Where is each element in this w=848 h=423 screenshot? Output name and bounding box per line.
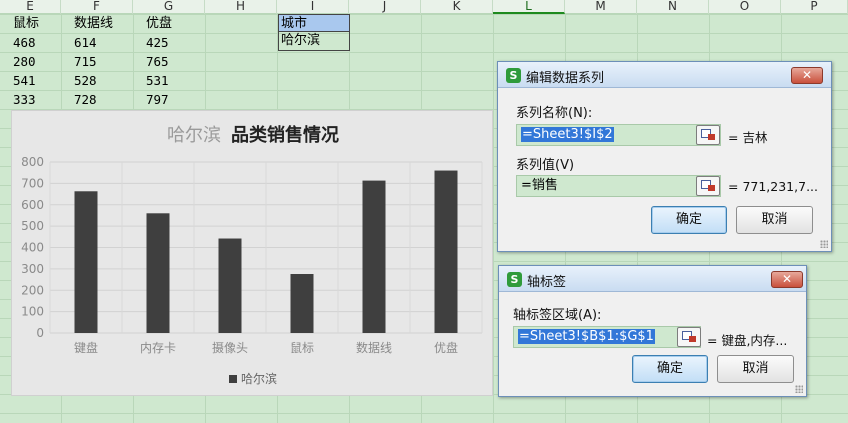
axis-label-dialog: S 轴标签 ✕ 轴标签区域(A): =Sheet3!$B$1:$G$1 = 键盘… <box>498 265 807 397</box>
column-header-f[interactable]: F <box>61 0 133 14</box>
cell-f5[interactable]: 728 <box>61 90 97 109</box>
series-name-value: =Sheet3!$I$2 <box>521 127 614 142</box>
column-header-i[interactable]: I <box>277 0 349 14</box>
axis-range-input[interactable]: =Sheet3!$B$1:$G$1 <box>513 326 701 348</box>
column-header-j[interactable]: J <box>349 0 421 14</box>
series-values-preview: = 771,231,7... <box>728 179 818 194</box>
cell-i1[interactable]: 城市 <box>278 14 350 32</box>
series-values-value: =销售 <box>521 178 558 193</box>
cell-e5[interactable]: 333 <box>0 90 36 109</box>
column-header-e[interactable]: E <box>0 0 61 14</box>
cell-e2[interactable]: 468 <box>0 33 36 52</box>
range-select-icon-marker <box>689 336 696 342</box>
ok-button[interactable]: 确定 <box>651 206 727 234</box>
bar <box>218 238 242 333</box>
dialog-title: 轴标签 <box>527 275 567 290</box>
chart-legend[interactable]: 哈尔滨 <box>12 370 494 387</box>
dialog-title: 编辑数据系列 <box>526 71 605 86</box>
edit-series-dialog: S 编辑数据系列 ✕ 系列名称(N): =Sheet3!$I$2 = 吉林 系列… <box>497 61 832 252</box>
bar-chart[interactable]: 哈尔滨 品类销售情况 0 100 200 300 400 500 600 700 800 键盘 内存卡… <box>11 110 493 396</box>
app-icon: S <box>507 272 522 287</box>
cell-e1[interactable]: 鼠标 <box>0 14 39 33</box>
dialog-titlebar[interactable]: S 轴标签 ✕ <box>499 266 806 292</box>
x-tick-label: 鼠标 <box>290 341 314 355</box>
series-name-label: 系列名称(N): <box>516 106 593 121</box>
cell-f1[interactable]: 数据线 <box>61 14 113 33</box>
bar <box>146 213 170 333</box>
x-tick-label: 数据线 <box>356 340 392 355</box>
series-values-input[interactable]: =销售 <box>516 175 721 197</box>
y-tick-label: 300 <box>21 262 44 276</box>
legend-swatch <box>228 375 237 383</box>
column-header-l[interactable]: L <box>493 0 565 14</box>
column-header-k[interactable]: K <box>421 0 493 14</box>
range-select-icon-marker <box>708 134 715 140</box>
y-tick-label: 600 <box>21 198 44 212</box>
y-tick-label: 400 <box>21 241 44 255</box>
column-header-p[interactable]: P <box>781 0 848 14</box>
cell-g1[interactable]: 优盘 <box>133 14 172 33</box>
range-select-icon-marker <box>708 185 715 191</box>
collapse-range-button[interactable] <box>696 125 720 145</box>
cell-g2[interactable]: 425 <box>133 33 169 52</box>
axis-range-value: =Sheet3!$B$1:$G$1 <box>518 329 655 344</box>
axis-range-preview: = 键盘,内存... <box>707 333 788 348</box>
x-tick-label: 键盘 <box>74 340 98 355</box>
y-tick-label: 800 <box>21 155 44 169</box>
chart-plot: 0 100 200 300 400 500 600 700 800 键盘 内存卡 摄像头 鼠标 数据线 优盘 <box>21 155 483 355</box>
close-button[interactable]: ✕ <box>791 67 823 84</box>
dialog-titlebar[interactable]: S 编辑数据系列 ✕ <box>498 62 831 88</box>
series-name-preview: = 吉林 <box>728 130 768 145</box>
x-tick-label: 内存卡 <box>140 341 176 355</box>
column-header-h[interactable]: H <box>205 0 277 14</box>
column-header-m[interactable]: M <box>565 0 637 14</box>
bar <box>362 180 386 333</box>
column-header-bar: E F G H I J K L M N O P <box>0 0 848 14</box>
column-header-o[interactable]: O <box>709 0 781 14</box>
bar <box>74 191 98 333</box>
ok-button[interactable]: 确定 <box>632 355 708 383</box>
cell-f4[interactable]: 528 <box>61 71 97 90</box>
cell-e3[interactable]: 280 <box>0 52 36 71</box>
x-tick-label: 优盘 <box>434 340 458 355</box>
series-name-input[interactable]: =Sheet3!$I$2 <box>516 124 721 146</box>
cancel-button[interactable]: 取消 <box>717 355 794 383</box>
app-icon: S <box>506 68 521 83</box>
close-button[interactable]: ✕ <box>771 271 803 288</box>
cell-i2[interactable]: 哈尔滨 <box>278 32 350 51</box>
cell-g5[interactable]: 797 <box>133 90 169 109</box>
cell-g4[interactable]: 531 <box>133 71 169 90</box>
cancel-button[interactable]: 取消 <box>736 206 813 234</box>
bar <box>434 170 458 333</box>
y-tick-label: 100 <box>21 305 44 319</box>
collapse-range-button[interactable] <box>677 327 701 347</box>
column-header-n[interactable]: N <box>637 0 709 14</box>
resize-grip[interactable] <box>795 385 803 393</box>
cell-e4[interactable]: 541 <box>0 71 36 90</box>
axis-range-label: 轴标签区域(A): <box>513 308 602 323</box>
cell-f3[interactable]: 715 <box>61 52 97 71</box>
y-tick-label: 700 <box>21 176 44 190</box>
collapse-range-button-values[interactable] <box>696 176 720 196</box>
y-tick-label: 500 <box>21 219 44 233</box>
series-values-label: 系列值(V) <box>516 158 575 173</box>
y-tick-label: 200 <box>21 283 44 297</box>
legend-label: 哈尔滨 <box>240 372 277 386</box>
cell-g3[interactable]: 765 <box>133 52 169 71</box>
x-tick-label: 摄像头 <box>212 340 248 355</box>
bar <box>290 274 314 333</box>
resize-grip[interactable] <box>820 240 828 248</box>
cell-f2[interactable]: 614 <box>61 33 97 52</box>
column-header-g[interactable]: G <box>133 0 205 14</box>
y-tick-label: 0 <box>36 326 44 340</box>
